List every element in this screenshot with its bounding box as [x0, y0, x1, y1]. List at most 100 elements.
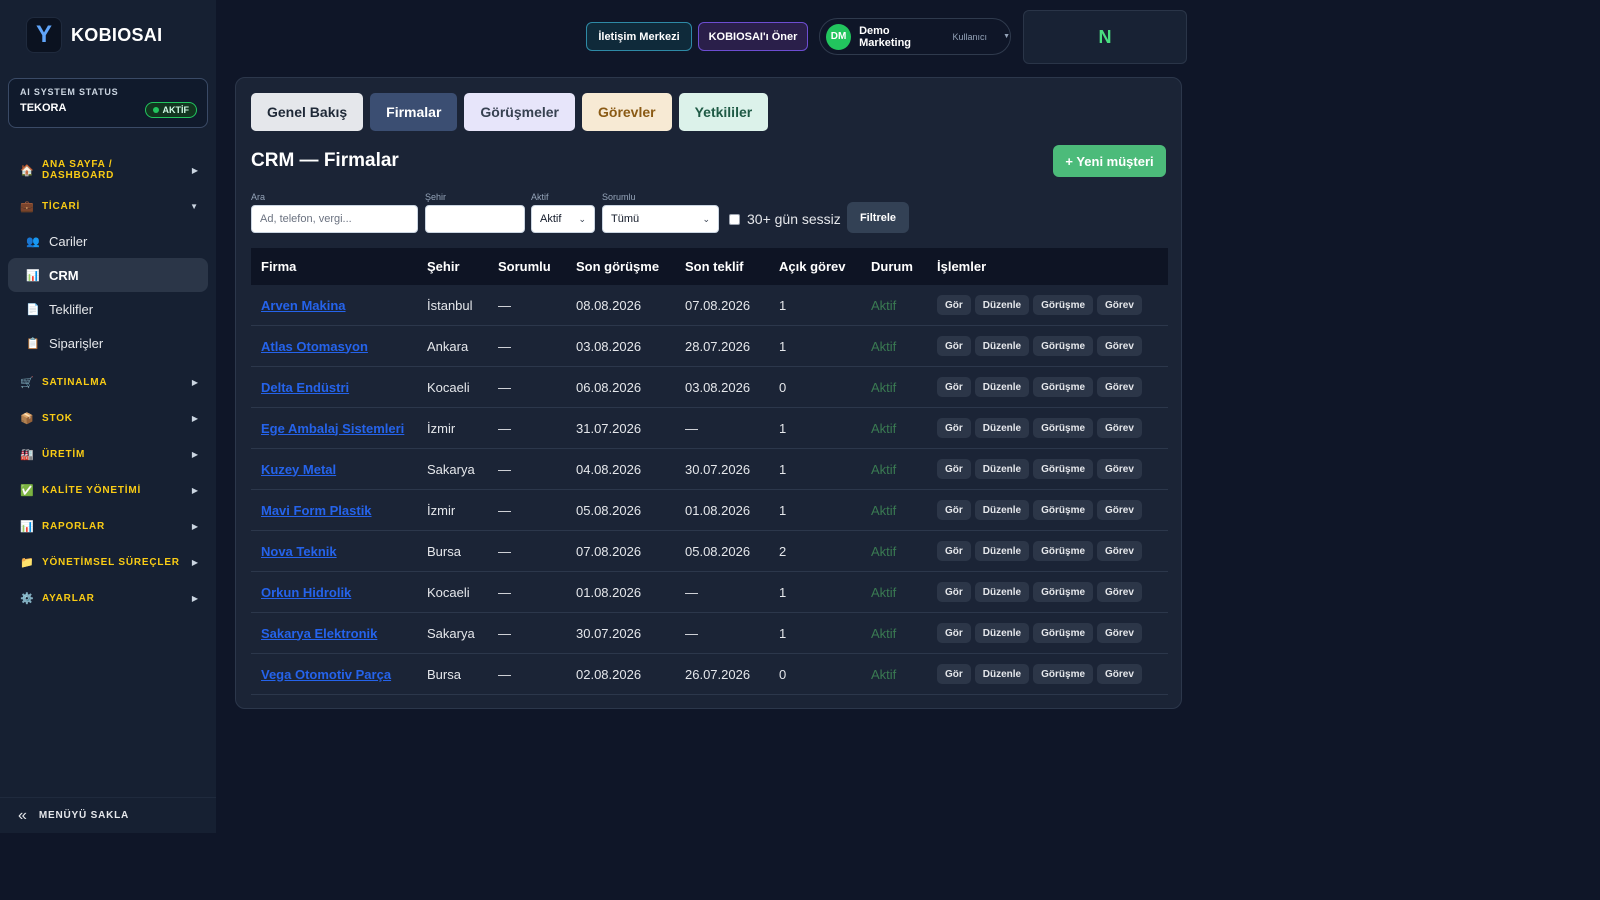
meeting-button[interactable]: Görüşme [1033, 377, 1094, 397]
firm-name-link[interactable]: Mavi Form Plastik [261, 503, 372, 518]
sidebar-section-stok[interactable]: 📦 STOK ▶ [0, 400, 216, 436]
sidebar-item-cariler[interactable]: 👥 Cariler [8, 224, 208, 258]
task-button[interactable]: Görev [1097, 459, 1142, 479]
user-menu[interactable]: DM Demo Marketing Kullanıcı ▼ [819, 18, 1011, 55]
tab-gorusmeler[interactable]: Görüşmeler [464, 93, 575, 131]
firm-name-link[interactable]: Ege Ambalaj Sistemleri [261, 421, 404, 436]
view-button[interactable]: Gör [937, 582, 971, 602]
sidebar-item-crm[interactable]: 📊 CRM [8, 258, 208, 292]
meeting-button[interactable]: Görüşme [1033, 582, 1094, 602]
edit-button[interactable]: Düzenle [974, 295, 1030, 315]
owner-select[interactable]: Tümü ⌄ [602, 205, 719, 233]
column-header[interactable]: Şehir [427, 259, 498, 274]
sidebar-section-kalite[interactable]: ✅ KALİTE YÖNETİMİ ▶ [0, 472, 216, 508]
tab-yetkililer[interactable]: Yetkililer [678, 93, 769, 131]
recommend-button[interactable]: KOBIOSAI'ı Öner [698, 22, 808, 51]
edit-button[interactable]: Düzenle [974, 377, 1030, 397]
firm-name-link[interactable]: Arven Makina [261, 298, 346, 313]
checkbox-box[interactable] [729, 213, 740, 225]
sidebar-item-teklifler[interactable]: 📄 Teklifler [8, 292, 208, 326]
sidebar-section-ticari[interactable]: 💼 TİCARİ ▼ [0, 188, 216, 224]
edit-button[interactable]: Düzenle [974, 336, 1030, 356]
view-button[interactable]: Gör [937, 336, 971, 356]
city-cell: Sakarya [427, 626, 498, 641]
edit-button[interactable]: Düzenle [974, 541, 1030, 561]
view-button[interactable]: Gör [937, 459, 971, 479]
edit-button[interactable]: Düzenle [974, 459, 1030, 479]
sidebar-section-uretim[interactable]: 🏭 ÜRETİM ▶ [0, 436, 216, 472]
tab-firmalar[interactable]: Firmalar [370, 93, 458, 131]
view-button[interactable]: Gör [937, 418, 971, 438]
firm-name-cell: Vega Otomotiv Parça [251, 667, 427, 682]
task-button[interactable]: Görev [1097, 664, 1142, 684]
owner-cell: — [498, 462, 576, 477]
tab-genel-bakis[interactable]: Genel Bakış [251, 93, 364, 131]
firm-name-link[interactable]: Atlas Otomasyon [261, 339, 368, 354]
table-row: Mavi Form Plastik İzmir — 05.08.2026 01.08.2… [251, 490, 1168, 531]
meeting-button[interactable]: Görüşme [1033, 664, 1094, 684]
active-select[interactable]: Aktif ⌄ [531, 205, 595, 233]
task-button[interactable]: Görev [1097, 623, 1142, 643]
checkmark-icon: ✅ [20, 484, 34, 497]
new-customer-button[interactable]: + Yeni müşteri [1053, 145, 1166, 177]
edit-button[interactable]: Düzenle [974, 582, 1030, 602]
sidebar-section-ayarlar[interactable]: ⚙️ AYARLAR ▶ [0, 580, 216, 616]
n-widget[interactable]: N [1023, 10, 1187, 64]
city-input[interactable] [425, 205, 525, 233]
task-button[interactable]: Görev [1097, 541, 1142, 561]
task-button[interactable]: Görev [1097, 418, 1142, 438]
filter-button[interactable]: Filtrele [847, 202, 909, 233]
meeting-button[interactable]: Görüşme [1033, 623, 1094, 643]
city-cell: Kocaeli [427, 380, 498, 395]
silent-30-days-checkbox[interactable]: 30+ gün sessiz [729, 211, 841, 227]
view-button[interactable]: Gör [937, 623, 971, 643]
last-meeting-cell: 31.07.2026 [576, 421, 685, 436]
view-button[interactable]: Gör [937, 295, 971, 315]
last-meeting-cell: 30.07.2026 [576, 626, 685, 641]
meeting-button[interactable]: Görüşme [1033, 336, 1094, 356]
view-button[interactable]: Gör [937, 664, 971, 684]
contact-center-button[interactable]: İletişim Merkezi [586, 22, 692, 51]
search-input[interactable] [251, 205, 418, 233]
firm-name-link[interactable]: Orkun Hidrolik [261, 585, 351, 600]
column-header[interactable]: Son görüşme [576, 259, 685, 274]
silent-30-days-label: 30+ gün sessiz [747, 211, 841, 227]
column-header[interactable]: Açık görev [779, 259, 871, 274]
meeting-button[interactable]: Görüşme [1033, 541, 1094, 561]
view-button[interactable]: Gör [937, 377, 971, 397]
hide-menu-button[interactable]: « MENÜYÜ SAKLA [0, 797, 216, 833]
firm-name-link[interactable]: Delta Endüstri [261, 380, 349, 395]
meeting-button[interactable]: Görüşme [1033, 459, 1094, 479]
sidebar-section-dashboard[interactable]: 🏠 ANA SAYFA / DASHBOARD ▶ [0, 152, 216, 188]
task-button[interactable]: Görev [1097, 336, 1142, 356]
sidebar-section-yonetimsel[interactable]: 📁 YÖNETİMSEL SÜREÇLER ▶ [0, 544, 216, 580]
sidebar-section-raporlar[interactable]: 📊 RAPORLAR ▶ [0, 508, 216, 544]
meeting-button[interactable]: Görüşme [1033, 295, 1094, 315]
sidebar-item-siparisler[interactable]: 📋 Siparişler [8, 326, 208, 360]
owner-label: Sorumlu [602, 192, 636, 202]
column-header[interactable]: Son teklif [685, 259, 779, 274]
tab-gorevler[interactable]: Görevler [582, 93, 672, 131]
edit-button[interactable]: Düzenle [974, 500, 1030, 520]
task-button[interactable]: Görev [1097, 295, 1142, 315]
firm-name-link[interactable]: Vega Otomotiv Parça [261, 667, 391, 682]
firm-name-link[interactable]: Sakarya Elektronik [261, 626, 377, 641]
view-button[interactable]: Gör [937, 500, 971, 520]
meeting-button[interactable]: Görüşme [1033, 500, 1094, 520]
firm-name-link[interactable]: Nova Teknik [261, 544, 337, 559]
column-header[interactable]: Durum [871, 259, 937, 274]
task-button[interactable]: Görev [1097, 377, 1142, 397]
edit-button[interactable]: Düzenle [974, 418, 1030, 438]
meeting-button[interactable]: Görüşme [1033, 418, 1094, 438]
column-header[interactable]: Sorumlu [498, 259, 576, 274]
edit-button[interactable]: Düzenle [974, 623, 1030, 643]
column-header[interactable]: Firma [251, 259, 427, 274]
view-button[interactable]: Gör [937, 541, 971, 561]
task-button[interactable]: Görev [1097, 500, 1142, 520]
firm-name-link[interactable]: Kuzey Metal [261, 462, 336, 477]
edit-button[interactable]: Düzenle [974, 664, 1030, 684]
sidebar-section-satinalma[interactable]: 🛒 SATINALMA ▶ [0, 364, 216, 400]
brand[interactable]: Y KOBIOSAI [0, 0, 216, 70]
chevron-down-icon: ▼ [190, 201, 198, 211]
task-button[interactable]: Görev [1097, 582, 1142, 602]
